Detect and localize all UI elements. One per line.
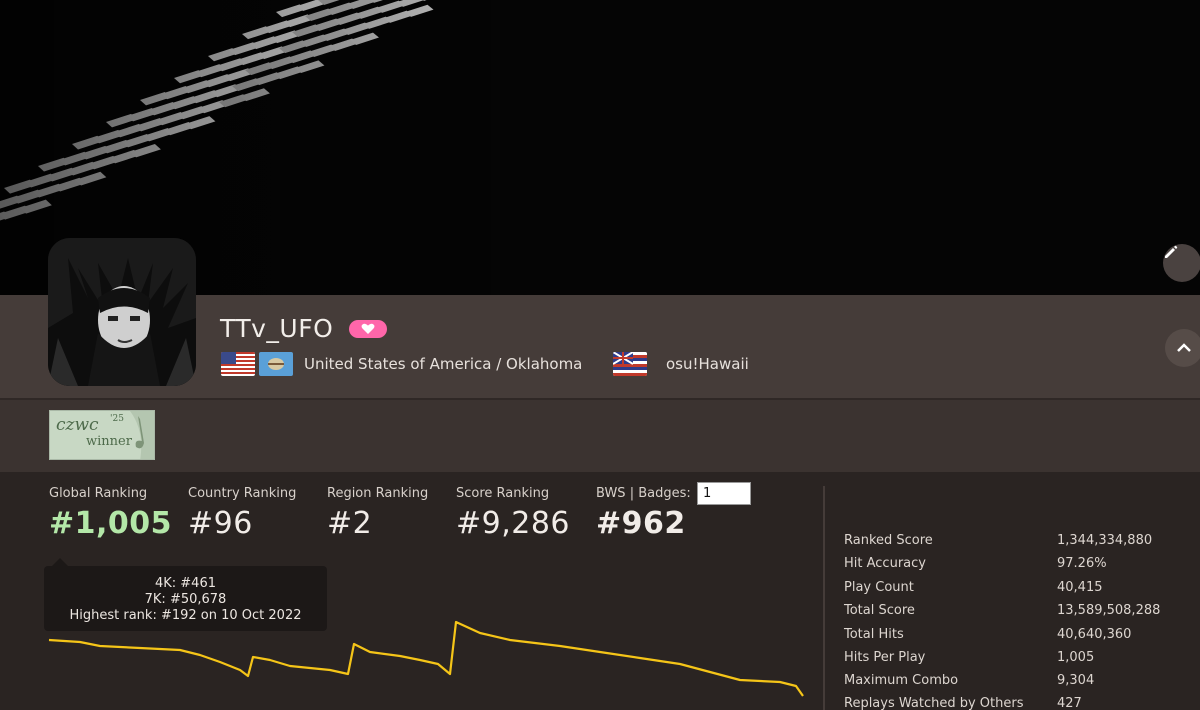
country-region-label[interactable]: United States of America / Oklahoma	[304, 355, 582, 373]
bws-badges-input[interactable]	[697, 482, 751, 505]
country-ranking-value: #96	[188, 506, 253, 541]
stat-row: Hit Accuracy 97.26%	[844, 556, 1184, 579]
tooltip-highest-rank: Highest rank: #192 on 10 Oct 2022	[69, 608, 302, 623]
stat-label: Ranked Score	[844, 533, 933, 548]
global-ranking-label: Global Ranking	[49, 486, 148, 501]
tooltip-7k-rank: 7K: #50,678	[144, 592, 227, 607]
bws-ranking-label: BWS | Badges:	[596, 486, 691, 501]
stat-row: Replays Watched by Others 427	[844, 696, 1184, 710]
badge-text-main: czwc	[56, 415, 99, 435]
username: TTv_UFO	[220, 314, 334, 343]
bws-ranking-value: #962	[596, 506, 686, 541]
stat-value: 40,415	[1057, 580, 1103, 595]
badge-text-year: '25	[110, 414, 124, 424]
collapse-header-button[interactable]	[1165, 329, 1200, 367]
profile-badge[interactable]: czwc '25 winner	[49, 410, 155, 460]
stat-row: Ranked Score 1,344,334,880	[844, 533, 1184, 556]
stat-value: 40,640,360	[1057, 627, 1132, 642]
stat-value: 13,589,508,288	[1057, 603, 1161, 618]
stat-label: Hits Per Play	[844, 650, 926, 665]
tooltip-arrow	[52, 558, 68, 566]
edit-cover-button[interactable]	[1163, 244, 1200, 282]
stat-row: Play Count 40,415	[844, 580, 1184, 603]
stat-label: Total Hits	[844, 627, 904, 642]
stat-value: 1,344,334,880	[1057, 533, 1153, 548]
oklahoma-flag-icon[interactable]	[259, 352, 293, 376]
hawaii-flag-icon[interactable]	[613, 352, 647, 376]
stat-value: 9,304	[1057, 673, 1095, 688]
stat-row: Total Score 13,589,508,288	[844, 603, 1184, 626]
stat-row: Total Hits 40,640,360	[844, 627, 1184, 650]
supporter-badge[interactable]	[349, 320, 387, 338]
stat-value: 1,005	[1057, 650, 1095, 665]
stat-label: Hit Accuracy	[844, 556, 926, 571]
chevron-up-icon	[1177, 343, 1191, 352]
badges-section	[0, 400, 1200, 472]
stat-label: Maximum Combo	[844, 673, 959, 688]
rank-history-line	[48, 620, 804, 697]
global-ranking-value[interactable]: #1,005	[49, 506, 172, 541]
rank-tooltip: 4K: #461 7K: #50,678 Highest rank: #192 …	[44, 566, 327, 631]
us-flag-icon[interactable]	[221, 352, 255, 376]
region-ranking-value: #2	[327, 506, 373, 541]
stat-value: 97.26%	[1057, 556, 1107, 571]
stat-value: 427	[1057, 696, 1082, 710]
score-ranking-value: #9,286	[456, 506, 571, 541]
region-ranking-label: Region Ranking	[327, 486, 429, 501]
stat-row: Maximum Combo 9,304	[844, 673, 1184, 696]
stats-divider	[823, 486, 825, 710]
tooltip-4k-rank: 4K: #461	[154, 576, 216, 591]
badge-text-sub: winner	[86, 434, 132, 449]
pencil-icon	[1165, 245, 1178, 258]
stat-row: Hits Per Play 1,005	[844, 650, 1184, 673]
stat-label: Replays Watched by Others	[844, 696, 1024, 710]
stat-label: Play Count	[844, 580, 914, 595]
country-ranking-label: Country Ranking	[188, 486, 297, 501]
score-ranking-label: Score Ranking	[456, 486, 550, 501]
team-label[interactable]: osu!Hawaii	[666, 355, 749, 373]
heart-icon	[361, 323, 375, 334]
avatar	[48, 238, 196, 386]
stat-label: Total Score	[844, 603, 915, 618]
